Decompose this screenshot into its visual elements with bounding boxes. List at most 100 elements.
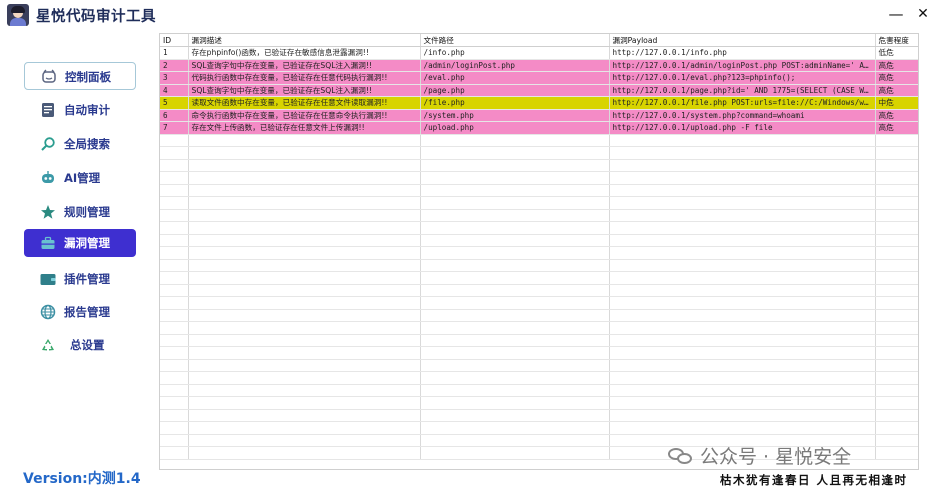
cell-severity: 高危 — [875, 84, 918, 97]
sidebar-item-plugin-management[interactable]: 插件管理 — [24, 265, 136, 293]
table-row[interactable]: 5 读取文件函数中存在变量，已验证存在任意文件读取漏洞!! /file.php … — [160, 96, 918, 110]
empty-cell — [160, 221, 189, 235]
empty-cell — [875, 421, 918, 435]
table-row[interactable]: 1 存在phpinfo()函数，已验证存在敏感信息泄露漏洞!! /info.ph… — [160, 46, 918, 60]
cell-description: 命令执行函数中存在变量，已验证存在任意命令执行漏洞!! — [188, 109, 421, 122]
empty-cell — [160, 271, 189, 285]
sidebar-item-vuln-management[interactable]: 漏洞管理 — [24, 229, 136, 257]
empty-cell — [609, 171, 876, 185]
document-icon — [42, 103, 54, 117]
table-row[interactable]: 4 SQL查询字句中存在变量，已验证存在SQL注入漏洞!! /page.php … — [160, 84, 918, 97]
empty-cell — [609, 246, 876, 260]
empty-cell — [188, 359, 421, 372]
empty-cell — [420, 246, 610, 260]
empty-cell — [160, 321, 189, 335]
empty-cell — [609, 234, 876, 247]
empty-cell — [188, 396, 421, 410]
vulnerability-table[interactable]: ID 漏洞描述 文件路径 漏洞Payload 危害程度 1 存在phpinfo(… — [159, 33, 919, 470]
empty-cell — [420, 146, 610, 160]
sidebar-item-global-search[interactable]: 全局搜索 — [24, 130, 136, 158]
sidebar: 控制面板 自动审计 全局搜索 AI管理 规则管理 漏洞管理 插件管理 报告管理 … — [0, 30, 155, 492]
empty-row — [160, 384, 918, 397]
cell-severity: 高危 — [875, 121, 918, 135]
sidebar-item-label: 规则管理 — [64, 205, 110, 219]
empty-cell — [188, 309, 421, 322]
empty-cell — [188, 346, 421, 360]
title-bar: 星悦代码审计工具 — ✕ — [0, 0, 937, 30]
empty-row — [160, 334, 918, 347]
cell-id: 6 — [160, 109, 189, 122]
empty-row — [160, 321, 918, 335]
cell-severity: 高危 — [875, 71, 918, 85]
table-row[interactable]: 6 命令执行函数中存在变量，已验证存在任意命令执行漏洞!! /system.ph… — [160, 109, 918, 122]
sidebar-item-label: 全局搜索 — [64, 137, 110, 151]
close-button[interactable]: ✕ — [914, 4, 932, 24]
empty-cell — [188, 246, 421, 260]
table-row[interactable]: 2 SQL查询字句中存在变量，已验证存在SQL注入漏洞!! /admin/log… — [160, 59, 918, 72]
empty-cell — [420, 409, 610, 422]
table-row[interactable]: 3 代码执行函数中存在变量，已验证存在任意代码执行漏洞!! /eval.php … — [160, 71, 918, 85]
empty-row — [160, 259, 918, 272]
minimize-button[interactable]: — — [887, 4, 905, 24]
empty-cell — [188, 409, 421, 422]
empty-cell — [420, 296, 610, 310]
empty-cell — [188, 209, 421, 222]
empty-cell — [875, 309, 918, 322]
empty-cell — [188, 284, 421, 297]
cell-payload: http://127.0.0.1/upload.php -F file — [609, 121, 876, 135]
empty-cell — [609, 371, 876, 385]
empty-cell — [609, 159, 876, 172]
column-header-file-path[interactable]: 文件路径 — [420, 34, 610, 47]
empty-row — [160, 284, 918, 297]
empty-cell — [875, 146, 918, 160]
sidebar-item-control-panel[interactable]: 控制面板 — [24, 62, 136, 90]
empty-cell — [609, 309, 876, 322]
empty-cell — [188, 384, 421, 397]
empty-cell — [188, 421, 421, 435]
table-row[interactable]: 7 存在文件上传函数，已验证存在任意文件上传漏洞!! /upload.php h… — [160, 121, 918, 135]
empty-cell — [160, 371, 189, 385]
sidebar-item-rule-management[interactable]: 规则管理 — [24, 198, 136, 226]
sidebar-item-auto-audit[interactable]: 自动审计 — [24, 96, 136, 124]
version-label: Version:内测1.4 — [23, 471, 141, 487]
sidebar-item-report-management[interactable]: 报告管理 — [24, 298, 136, 326]
empty-cell — [160, 384, 189, 397]
empty-cell — [160, 396, 189, 410]
empty-cell — [420, 271, 610, 285]
empty-row — [160, 421, 918, 435]
column-header-id[interactable]: ID — [160, 34, 189, 47]
empty-row — [160, 309, 918, 322]
cell-id: 3 — [160, 71, 189, 85]
cell-payload: http://127.0.0.1/admin/loginPost.php POS… — [609, 59, 876, 72]
empty-cell — [188, 434, 421, 447]
empty-cell — [609, 346, 876, 360]
empty-cell — [875, 271, 918, 285]
empty-cell — [875, 434, 918, 447]
empty-cell — [609, 396, 876, 410]
empty-cell — [188, 234, 421, 247]
empty-cell — [875, 446, 918, 460]
app-title: 星悦代码审计工具 — [36, 9, 156, 25]
empty-cell — [875, 321, 918, 335]
sidebar-item-label: 漏洞管理 — [64, 236, 110, 250]
sidebar-item-ai-management[interactable]: AI管理 — [24, 164, 136, 192]
column-header-severity[interactable]: 危害程度 — [875, 34, 918, 47]
empty-cell — [875, 334, 918, 347]
empty-cell — [420, 309, 610, 322]
empty-cell — [160, 309, 189, 322]
empty-cell — [609, 321, 876, 335]
empty-cell — [875, 184, 918, 197]
empty-row — [160, 346, 918, 360]
column-header-payload[interactable]: 漏洞Payload — [609, 34, 876, 47]
empty-cell — [420, 284, 610, 297]
empty-cell — [420, 184, 610, 197]
empty-row — [160, 209, 918, 222]
table-header-row: ID 漏洞描述 文件路径 漏洞Payload 危害程度 — [160, 34, 918, 47]
cell-payload: http://127.0.0.1/file.php POST:urls=file… — [609, 96, 876, 110]
star-icon — [41, 205, 55, 219]
empty-cell — [609, 259, 876, 272]
empty-cell — [188, 159, 421, 172]
cell-file-path: /admin/loginPost.php — [420, 59, 610, 72]
column-header-description[interactable]: 漏洞描述 — [188, 34, 421, 47]
sidebar-item-settings[interactable]: 总设置 — [24, 331, 136, 359]
